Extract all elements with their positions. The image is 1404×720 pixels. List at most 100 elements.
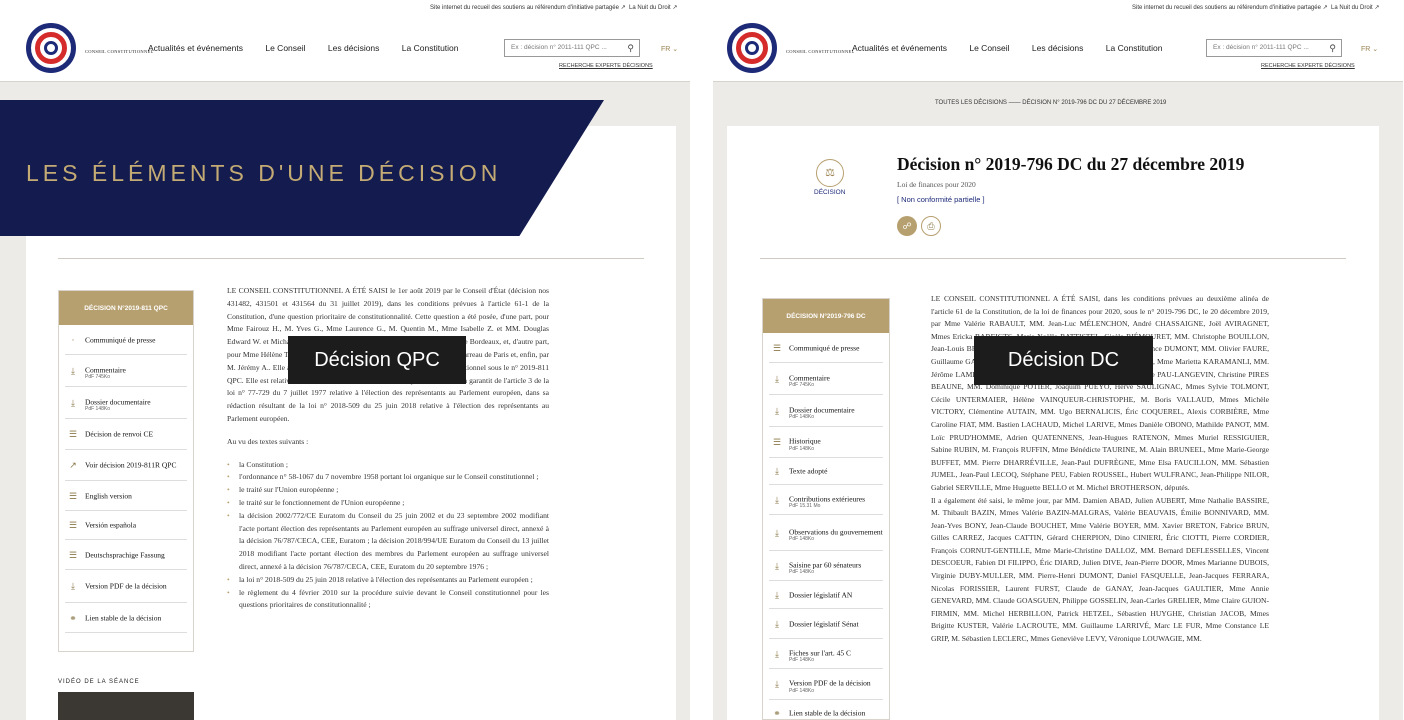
- search-placeholder: Ex : décision n° 2011-111 QPC ...: [511, 44, 607, 51]
- rip-link[interactable]: Site internet du recueil des soutiens au…: [1132, 4, 1328, 11]
- nav-decisions[interactable]: Les décisions: [1032, 43, 1084, 53]
- rip-link[interactable]: Site internet du recueil des soutiens au…: [430, 4, 626, 11]
- menu-item[interactable]: ⤓ Version PDF de la décision: [65, 570, 187, 603]
- advanced-search-link[interactable]: RECHERCHE EXPERTE DÉCISIONS: [559, 63, 653, 69]
- file-size: PdF 148Ko: [789, 569, 815, 575]
- menu-item-label: Versión española: [85, 520, 137, 530]
- menu-item[interactable]: · Communiqué de presse: [65, 325, 187, 355]
- menu-item-label: Dossier documentaire: [85, 397, 151, 407]
- menu-item-label: Version PDF de la décision: [85, 581, 167, 591]
- nav-conseil[interactable]: Le Conseil: [265, 43, 305, 53]
- file-size: PdF 148Ko: [789, 657, 815, 663]
- menu-item[interactable]: ⤓ Commentaire PdF 745Ko: [769, 363, 883, 395]
- logo[interactable]: CONSEIL CONSTITUTIONNEL: [26, 23, 153, 73]
- breadcrumb-root[interactable]: TOUTES LES DÉCISIONS: [935, 100, 1007, 106]
- list-item: la Constitution ;: [227, 459, 549, 472]
- menu-item[interactable]: ⤓ Commentaire PdF 745Ko: [65, 355, 187, 387]
- menu-item-label: Communiqué de presse: [789, 343, 860, 352]
- language-selector[interactable]: FR ⌄: [1361, 45, 1378, 53]
- share-icon[interactable]: ☍: [897, 216, 917, 236]
- menu-item-label: Texte adopté: [789, 466, 828, 476]
- scales-icon: ⚖: [816, 159, 844, 187]
- menu-item-label: Lien stable de la décision: [789, 708, 866, 717]
- menu-item[interactable]: ↗ Voir décision 2019-811R QPC: [65, 450, 187, 481]
- menu-item[interactable]: ⤓ Fiches sur l'art. 45 C PdF 148Ko: [769, 639, 883, 669]
- menu-item[interactable]: ⤓ Dossier documentaire PdF 148Ko: [769, 395, 883, 427]
- search-icon[interactable]: ⚲: [627, 43, 634, 54]
- menu-item-label: Deutschsprachige Fassung: [85, 550, 165, 559]
- download-icon: ⤓: [71, 581, 75, 591]
- video-section-label: VIDÉO DE LA SÉANCE: [58, 679, 140, 685]
- breadcrumb: TOUTES LES DÉCISIONS —— DÉCISION N° 2019…: [935, 100, 1166, 106]
- download-icon: ⤓: [71, 365, 75, 376]
- overlay-label: Décision DC: [974, 336, 1153, 385]
- breadcrumb-separator: ——: [1008, 100, 1023, 106]
- site-header: CONSEIL CONSTITUTIONNEL Actualités et év…: [0, 15, 690, 82]
- document-icon: ☰: [68, 549, 78, 560]
- menu-item[interactable]: ⤓ Dossier documentaire PdF 148Ko: [65, 387, 187, 419]
- advanced-search-link[interactable]: RECHERCHE EXPERTE DÉCISIONS: [1261, 63, 1355, 69]
- overlay-label: Décision QPC: [288, 336, 466, 384]
- nav-constitution[interactable]: La Constitution: [402, 43, 459, 53]
- menu-item[interactable]: ⚭ Lien stable de la décision: [65, 603, 187, 633]
- logo[interactable]: CONSEIL CONSTITUTIONNEL: [727, 23, 854, 73]
- nav-actualites[interactable]: Actualités et événements: [852, 43, 947, 53]
- logo-text: CONSEIL CONSTITUTIONNEL: [786, 49, 855, 54]
- nav-actualites[interactable]: Actualités et événements: [148, 43, 243, 53]
- document-icon: ☰: [68, 490, 78, 501]
- download-icon: ⤓: [71, 397, 75, 408]
- menu-item-label: Dossier législatif AN: [789, 590, 853, 599]
- file-size: PdF 148Ko: [85, 406, 111, 412]
- menu-item[interactable]: ⚭ Lien stable de la décision: [769, 700, 883, 720]
- menu-item[interactable]: ☰ Décision de renvoi CE: [65, 419, 187, 450]
- video-thumbnail[interactable]: [58, 692, 194, 720]
- menu-item-label: Voir décision 2019-811R QPC: [85, 460, 177, 470]
- download-icon: ⤓: [775, 373, 779, 384]
- menu-item[interactable]: ⤓ Contributions extérieures PdF 15.31 Mo: [769, 485, 883, 515]
- download-icon: ⤓: [775, 618, 779, 629]
- left-panel-qpc: Site internet du recueil des soutiens au…: [0, 0, 690, 720]
- menu-item[interactable]: ☰ Historique PdF 148Ko: [769, 427, 883, 458]
- language-selector[interactable]: FR ⌄: [661, 45, 678, 53]
- menu-item[interactable]: ☰ Deutschsprachige Fassung: [65, 540, 187, 570]
- paragraph: Au vu des textes suivants :: [227, 436, 309, 446]
- menu-item[interactable]: ☰ English version: [65, 481, 187, 511]
- search-input[interactable]: Ex : décision n° 2011-111 QPC ... ⚲: [504, 39, 640, 57]
- search-input[interactable]: Ex : décision n° 2011-111 QPC ... ⚲: [1206, 39, 1342, 57]
- download-icon: ⤓: [775, 648, 779, 659]
- nuit-du-droit-link[interactable]: La Nuit du Droit ↗: [1331, 4, 1379, 11]
- paragraph: Il a également été saisi, le même jour, …: [931, 495, 1269, 644]
- file-size: PdF 148Ko: [789, 536, 815, 542]
- decision-subtitle: Loi de finances pour 2020: [897, 180, 976, 189]
- menu-item[interactable]: ⤓ Saisine par 60 sénateurs PdF 148Ko: [769, 551, 883, 581]
- download-icon: ⤓: [775, 494, 779, 505]
- file-size: PdF 745Ko: [85, 374, 111, 380]
- menu-item[interactable]: ☰ Versión española: [65, 511, 187, 540]
- menu-item[interactable]: ⤓ Dossier législatif AN: [769, 581, 883, 609]
- menu-item-label: Version PDF de la décision: [789, 678, 871, 688]
- menu-item[interactable]: ⤓ Observations du gouvernement PdF 148Ko: [769, 515, 883, 551]
- search-icon[interactable]: ⚲: [1329, 43, 1336, 54]
- document-icon: ☰: [772, 342, 782, 353]
- texts-list: la Constitution ;l'ordonnance n° 58-1067…: [227, 459, 549, 613]
- download-icon: ⤓: [775, 589, 779, 600]
- download-icon: ⤓: [775, 527, 779, 538]
- menu-item[interactable]: ☰ Communiqué de presse: [769, 333, 883, 363]
- utility-bar: Site internet du recueil des soutiens au…: [713, 0, 1403, 15]
- nav-constitution[interactable]: La Constitution: [1106, 43, 1163, 53]
- decision-documents-menu: DÉCISION N°2019-796 DC ☰ Communiqué de pr…: [762, 298, 890, 720]
- document-icon: ☰: [68, 429, 78, 439]
- decision-outcome-tag: [ Non conformité partielle ]: [897, 195, 985, 204]
- divider: [58, 258, 644, 259]
- menu-item-label: Contributions extérieures: [789, 494, 866, 504]
- nav-decisions[interactable]: Les décisions: [328, 43, 380, 53]
- site-header: CONSEIL CONSTITUTIONNEL Actualités et év…: [713, 15, 1403, 82]
- menu-item[interactable]: ⤓ Dossier législatif Sénat: [769, 609, 883, 639]
- file-size: PdF 15.31 Mo: [789, 503, 821, 509]
- menu-item[interactable]: ⤓ Texte adopté: [769, 458, 883, 485]
- print-icon[interactable]: ⎙: [921, 216, 941, 236]
- menu-item-label: Fiches sur l'art. 45 C: [789, 648, 851, 658]
- menu-item[interactable]: ⤓ Version PDF de la décision PdF 148Ko: [769, 669, 883, 700]
- nuit-du-droit-link[interactable]: La Nuit du Droit ↗: [629, 4, 677, 11]
- nav-conseil[interactable]: Le Conseil: [969, 43, 1009, 53]
